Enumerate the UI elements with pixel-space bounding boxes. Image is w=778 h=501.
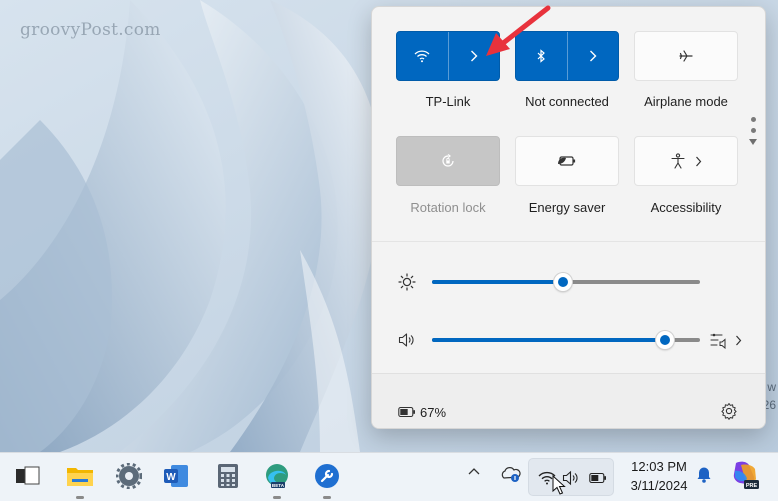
volume-slider-thumb[interactable]	[656, 331, 675, 349]
accessibility-icon	[670, 153, 685, 169]
gear-icon	[116, 463, 142, 489]
brightness-slider-thumb[interactable]	[554, 273, 573, 291]
running-indicator	[76, 496, 84, 499]
audio-output-button[interactable]	[710, 329, 744, 351]
wrench-icon	[314, 463, 340, 489]
taskbar-edge-beta[interactable]: BETA	[262, 461, 292, 491]
wifi-icon	[414, 49, 430, 63]
taskbar-settings[interactable]	[114, 461, 144, 491]
annotation-arrow	[478, 4, 554, 60]
bluetooth-tile-label: Not connected	[525, 94, 609, 109]
clock-time: 12:03 PM	[631, 459, 687, 474]
quick-settings-tiles: TP-Link Not connected Airplane mode Rota…	[372, 7, 765, 241]
rotation-lock-label: Rotation lock	[410, 200, 486, 215]
quick-settings-tray-button[interactable]	[528, 458, 614, 496]
svg-text:W: W	[166, 472, 176, 483]
taskbar-calculator[interactable]	[213, 461, 243, 491]
next-page-icon	[749, 139, 757, 145]
chevron-right-icon	[470, 50, 478, 62]
word-icon: W	[163, 464, 189, 488]
speaker-icon	[398, 332, 416, 348]
wifi-tile-label: TP-Link	[425, 94, 471, 109]
gear-icon	[720, 402, 740, 420]
folder-icon	[66, 464, 94, 488]
mouse-cursor	[552, 475, 566, 495]
notification-center-button[interactable]	[696, 465, 714, 485]
taskbar: W BETA 12:03 PM 3/11/2024 PRE	[0, 452, 778, 501]
volume-slider[interactable]	[432, 331, 700, 349]
bell-icon	[696, 465, 714, 483]
airplane-tile-label: Airplane mode	[644, 94, 728, 109]
volume-row	[392, 325, 752, 355]
brightness-slider-fill	[432, 280, 564, 284]
airplane-icon	[678, 48, 694, 64]
svg-text:PRE: PRE	[746, 483, 758, 489]
rotation-lock-icon	[440, 153, 456, 169]
battery-icon	[589, 472, 607, 484]
taskbar-file-explorer[interactable]	[65, 461, 95, 491]
chevron-right-icon	[695, 156, 702, 167]
watermark-text: groovyPost.com	[20, 20, 161, 40]
energy-saver-icon	[557, 155, 577, 167]
brightness-slider[interactable]	[432, 273, 700, 291]
taskbar-tools[interactable]	[312, 461, 342, 491]
taskbar-task-view[interactable]	[14, 461, 44, 491]
taskbar-word[interactable]: W	[161, 461, 191, 491]
page-dot	[750, 117, 756, 122]
taskbar-clock[interactable]: 12:03 PM 3/11/2024	[628, 457, 690, 495]
onedrive-button[interactable]	[500, 465, 522, 485]
copilot-button[interactable]: PRE	[730, 459, 760, 491]
copilot-icon: PRE	[730, 459, 760, 491]
wifi-toggle-button[interactable]	[397, 32, 449, 80]
energy-saver-button[interactable]	[515, 136, 619, 186]
rotation-lock-button[interactable]	[396, 136, 500, 186]
page-dot	[750, 128, 756, 133]
calculator-icon	[217, 463, 239, 489]
onedrive-icon	[500, 465, 522, 483]
chevron-right-icon	[735, 335, 742, 346]
quick-settings-panel: TP-Link Not connected Airplane mode Rota…	[371, 6, 766, 429]
audio-output-icon	[710, 331, 730, 349]
running-indicator	[323, 496, 331, 499]
brightness-row	[392, 267, 752, 297]
chevron-up-icon	[468, 467, 484, 475]
settings-button[interactable]	[720, 402, 740, 422]
battery-status-button[interactable]: 67%	[392, 394, 482, 428]
edge-beta-icon: BETA	[263, 462, 291, 490]
bluetooth-devices-arrow-button[interactable]	[568, 32, 619, 80]
show-hidden-icons-button[interactable]	[468, 467, 484, 483]
accessibility-button[interactable]	[634, 136, 738, 186]
task-view-icon	[16, 465, 42, 487]
accessibility-tile-label: Accessibility	[650, 200, 722, 215]
edge-text-1: w	[767, 380, 776, 394]
battery-icon	[398, 406, 416, 418]
svg-text:BETA: BETA	[272, 483, 285, 488]
clock-date: 3/11/2024	[630, 478, 688, 493]
airplane-mode-button[interactable]	[634, 31, 738, 81]
volume-slider-fill	[432, 338, 666, 342]
energy-saver-label: Energy saver	[528, 200, 606, 215]
battery-percentage: 67%	[420, 405, 447, 420]
quick-settings-footer: 67%	[372, 373, 765, 428]
divider	[372, 241, 765, 242]
running-indicator	[273, 496, 281, 499]
sun-icon	[398, 273, 416, 291]
page-indicator[interactable]	[749, 117, 757, 145]
chevron-right-icon	[589, 50, 597, 62]
